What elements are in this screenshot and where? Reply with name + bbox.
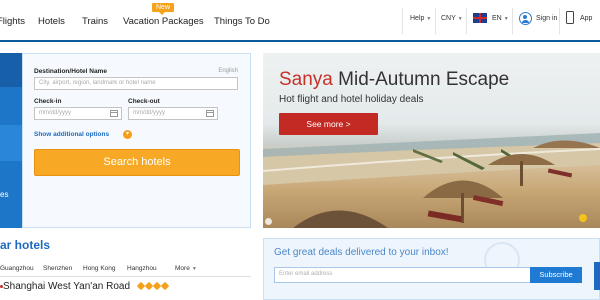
banner-title: Sanya Mid-Autumn Escape <box>279 69 509 91</box>
chevron-down-icon: ▼ <box>426 16 432 22</box>
app-link[interactable]: App <box>580 15 592 22</box>
banner-title-highlight: Sanya <box>279 69 333 90</box>
city-filter-more[interactable]: More ▼ <box>175 265 197 272</box>
divider <box>0 276 251 277</box>
divider <box>435 8 436 34</box>
rating-diamond-icon <box>160 281 170 291</box>
calendar-icon[interactable] <box>110 110 118 117</box>
nav-things-to-do[interactable]: Things To Do <box>214 16 270 27</box>
checkin-placeholder: mm/dd/yyyy <box>39 110 72 116</box>
search-hotels-button[interactable]: Search hotels <box>34 149 240 176</box>
promo-banner[interactable]: Sanya Mid-Autumn Escape Hot flight and h… <box>263 53 600 228</box>
nav-hotels[interactable]: Hotels <box>38 16 65 27</box>
destination-label: Destination/Hotel Name <box>34 68 107 75</box>
chevron-down-icon: ▼ <box>503 16 509 22</box>
user-icon[interactable] <box>519 12 532 25</box>
help-label: Help <box>410 15 425 22</box>
city-filter-hong-kong[interactable]: Hong Kong <box>83 265 116 272</box>
product-tab[interactable] <box>0 125 22 161</box>
newsletter-title: Get great deals delivered to your inbox! <box>274 247 449 258</box>
image-icon <box>265 218 272 225</box>
nav-vacation-packages[interactable]: Vacation Packages <box>123 16 204 27</box>
uk-flag-icon[interactable] <box>473 13 487 23</box>
calendar-icon[interactable] <box>206 110 214 117</box>
destination-input[interactable]: City, airport, region, landmark or hotel… <box>34 77 238 90</box>
chevron-down-icon: ▼ <box>191 266 197 272</box>
email-input[interactable]: Enter email address <box>274 267 531 283</box>
language-hint: English <box>218 68 238 74</box>
product-tab-active[interactable] <box>0 53 22 87</box>
city-filter-hangzhou[interactable]: Hangzhou <box>127 265 157 272</box>
checkin-field[interactable]: mm/dd/yyyy <box>34 107 122 120</box>
more-label: More <box>175 265 190 272</box>
chevron-down-icon[interactable]: ▾ <box>123 130 132 139</box>
divider <box>402 8 403 34</box>
newsletter-box: Get great deals delivered to your inbox!… <box>263 238 600 300</box>
section-title: ar hotels <box>0 238 51 252</box>
feedback-tab[interactable] <box>594 262 600 290</box>
see-more-button[interactable]: See more > <box>279 113 378 135</box>
carousel-dot[interactable] <box>579 214 587 222</box>
city-filter-shenzhen[interactable]: Shenzhen <box>43 265 72 272</box>
banner-title-rest: Mid-Autumn Escape <box>332 69 510 90</box>
nav-flights[interactable]: Flights <box>0 16 25 27</box>
chevron-down-icon: ▼ <box>457 16 463 22</box>
divider <box>512 8 513 34</box>
checkout-field[interactable]: mm/dd/yyyy <box>128 107 218 120</box>
checkout-label: Check-out <box>128 98 160 105</box>
divider <box>466 8 467 34</box>
hotel-search-panel: Destination/Hotel Name English City, air… <box>22 53 251 228</box>
language-selector[interactable]: EN ▼ <box>492 15 509 22</box>
currency-label: CNY <box>441 15 456 22</box>
hotel-name-link[interactable]: Shanghai West Yan'an Road <box>3 281 130 292</box>
banner-subtitle: Hot flight and hotel holiday deals <box>279 94 424 105</box>
currency-selector[interactable]: CNY ▼ <box>441 15 463 22</box>
language-label: EN <box>492 15 502 22</box>
phone-icon[interactable] <box>566 11 574 24</box>
product-tab-label: es <box>0 190 9 199</box>
top-navigation: Flights Hotels Trains New Vacation Packa… <box>0 0 600 42</box>
sign-in-link[interactable]: Sign in <box>536 15 557 22</box>
new-badge: New <box>152 3 175 15</box>
divider <box>559 8 560 34</box>
checkin-label: Check-in <box>34 98 62 105</box>
subscribe-button[interactable]: Subscribe <box>530 267 582 283</box>
checkout-placeholder: mm/dd/yyyy <box>133 110 166 116</box>
product-tabs-strip: es <box>0 53 22 228</box>
show-additional-options-link[interactable]: Show additional options <box>34 131 109 138</box>
city-filter-guangzhou[interactable]: Guangzhou <box>0 265 34 272</box>
nav-trains[interactable]: Trains <box>82 16 108 27</box>
help-menu[interactable]: Help ▼ <box>410 15 431 22</box>
